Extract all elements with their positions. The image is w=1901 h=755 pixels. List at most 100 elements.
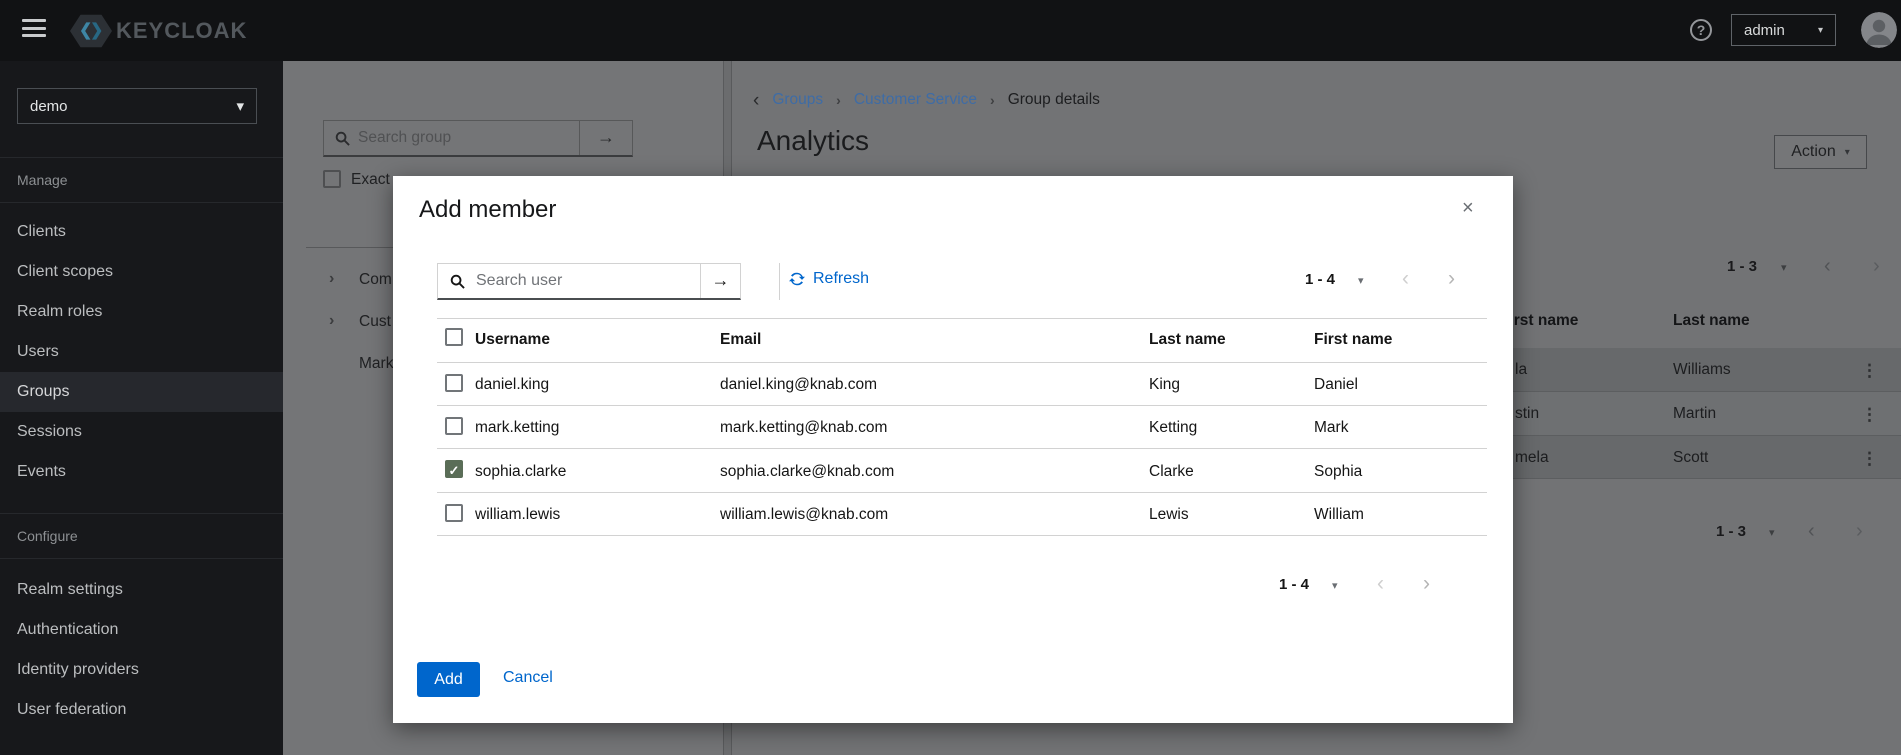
- member-last-name: Williams: [1673, 361, 1731, 379]
- row-checkbox[interactable]: [445, 417, 463, 435]
- sidebar-item-realm-settings[interactable]: Realm settings: [0, 570, 283, 610]
- exact-search-label: Exact: [351, 171, 390, 189]
- keycloak-logo[interactable]: KEYCLOAK: [70, 9, 247, 53]
- breadcrumb: ‹ Groups › Customer Service › Group deta…: [753, 91, 1100, 109]
- search-group-input[interactable]: Search group: [358, 129, 451, 147]
- sidebar-item-user-federation[interactable]: User federation: [0, 690, 283, 730]
- table-border: [437, 362, 1487, 363]
- table-border: [437, 535, 1487, 536]
- pagination-next-icon[interactable]: ›: [1448, 270, 1455, 288]
- cell-last-name: Lewis: [1149, 506, 1189, 524]
- tree-chevron-right-icon[interactable]: ›: [329, 270, 334, 288]
- realm-selector[interactable]: demo ▾: [17, 88, 257, 124]
- breadcrumb-groups-link[interactable]: Groups: [772, 91, 823, 109]
- chevron-right-icon: ›: [990, 92, 995, 108]
- pagination-next-icon[interactable]: ›: [1856, 522, 1863, 540]
- pagination-options-caret-icon[interactable]: ▾: [1332, 579, 1338, 592]
- cell-first-name: Sophia: [1314, 463, 1362, 481]
- cell-email: daniel.king@knab.com: [720, 376, 877, 394]
- breadcrumb-current: Group details: [1008, 91, 1100, 109]
- search-submit-button[interactable]: →: [579, 121, 632, 155]
- user-menu-label: admin: [1744, 22, 1785, 39]
- hamburger-menu-icon[interactable]: [22, 19, 46, 39]
- pagination-prev-icon[interactable]: ‹: [1824, 257, 1831, 275]
- search-user-input[interactable]: [474, 271, 700, 291]
- sidebar-nav: demo ▾ Manage Clients Client scopes Real…: [0, 61, 283, 755]
- tree-item-group-3[interactable]: Mark: [359, 355, 393, 373]
- refresh-label: Refresh: [813, 270, 869, 288]
- modal-pagination-range: 1 - 4: [1279, 576, 1309, 593]
- member-first-name: mela: [1515, 449, 1549, 467]
- nav-section-configure: Configure: [0, 513, 283, 559]
- toolbar-divider: [779, 263, 780, 300]
- cell-last-name: Ketting: [1149, 419, 1197, 437]
- tree-item-group-2[interactable]: Cust: [359, 313, 391, 331]
- sidebar-item-users[interactable]: Users: [0, 332, 283, 372]
- member-last-name: Martin: [1673, 405, 1716, 423]
- sidebar-item-authentication[interactable]: Authentication: [0, 610, 283, 650]
- search-user-box: →: [437, 263, 741, 300]
- modal-close-icon[interactable]: ×: [1462, 198, 1474, 218]
- cell-username: mark.ketting: [475, 419, 559, 437]
- table-border: [437, 448, 1487, 449]
- realm-selector-value: demo: [30, 98, 68, 115]
- members-last-name-header: Last name: [1673, 312, 1750, 330]
- row-kebab-menu-icon[interactable]: ⋮: [1861, 406, 1878, 424]
- avatar[interactable]: [1861, 12, 1897, 48]
- modal-title: Add member: [419, 196, 556, 224]
- pagination-options-caret-icon[interactable]: ▾: [1769, 526, 1775, 539]
- action-dropdown-button[interactable]: Action ▾: [1774, 135, 1867, 169]
- pagination-prev-icon[interactable]: ‹: [1377, 575, 1384, 593]
- pagination-options-caret-icon[interactable]: ▾: [1358, 274, 1364, 287]
- members-pagination-range: 1 - 3: [1716, 523, 1746, 540]
- cell-email: william.lewis@knab.com: [720, 506, 888, 524]
- members-pagination-range: 1 - 3: [1727, 258, 1757, 275]
- search-submit-button[interactable]: →: [700, 264, 740, 298]
- cell-first-name: William: [1314, 506, 1364, 524]
- row-checkbox-checked[interactable]: ✓: [445, 460, 463, 478]
- chevron-down-icon: ▾: [236, 97, 244, 115]
- exact-search-checkbox[interactable]: [323, 170, 341, 193]
- pagination-next-icon[interactable]: ›: [1873, 257, 1880, 275]
- user-menu-dropdown[interactable]: admin ▾: [1731, 14, 1836, 46]
- column-header-email: Email: [720, 331, 761, 349]
- pagination-options-caret-icon[interactable]: ▾: [1781, 261, 1787, 274]
- chevron-down-icon: ▾: [1818, 25, 1823, 36]
- tree-chevron-right-icon[interactable]: ›: [329, 312, 334, 330]
- breadcrumb-customer-service-link[interactable]: Customer Service: [854, 91, 977, 109]
- row-checkbox[interactable]: [445, 504, 463, 522]
- row-checkbox[interactable]: [445, 374, 463, 392]
- action-dropdown-label: Action: [1791, 143, 1835, 161]
- pagination-prev-icon[interactable]: ‹: [1402, 270, 1409, 288]
- sidebar-item-clients[interactable]: Clients: [0, 212, 283, 252]
- chevron-right-icon: ›: [836, 92, 841, 108]
- pagination-prev-icon[interactable]: ‹: [1808, 522, 1815, 540]
- pagination-next-icon[interactable]: ›: [1423, 575, 1430, 593]
- add-button[interactable]: Add: [417, 662, 480, 697]
- cell-username: william.lewis: [475, 506, 560, 524]
- row-kebab-menu-icon[interactable]: ⋮: [1861, 450, 1878, 468]
- cancel-button[interactable]: Cancel: [503, 669, 553, 687]
- tree-item-group-1[interactable]: Com: [359, 271, 392, 289]
- keycloak-hexagon-icon: [70, 9, 112, 53]
- page-title: Analytics: [757, 125, 869, 157]
- cell-username: sophia.clarke: [475, 463, 566, 481]
- select-all-checkbox[interactable]: [445, 328, 463, 346]
- chevron-down-icon: ▾: [1845, 147, 1850, 158]
- modal-pagination-range: 1 - 4: [1305, 271, 1335, 288]
- help-icon[interactable]: ?: [1690, 19, 1712, 41]
- sidebar-item-events[interactable]: Events: [0, 452, 283, 492]
- breadcrumb-back-icon[interactable]: ‹: [753, 93, 759, 108]
- sidebar-item-identity-providers[interactable]: Identity providers: [0, 650, 283, 690]
- column-header-last-name: Last name: [1149, 331, 1226, 349]
- cell-first-name: Daniel: [1314, 376, 1358, 394]
- refresh-button[interactable]: Refresh: [789, 270, 869, 288]
- column-header-first-name: First name: [1314, 331, 1392, 349]
- sidebar-item-sessions[interactable]: Sessions: [0, 412, 283, 452]
- cell-last-name: King: [1149, 376, 1180, 394]
- sidebar-item-groups[interactable]: Groups: [0, 372, 283, 412]
- refresh-icon: [789, 271, 805, 287]
- sidebar-item-client-scopes[interactable]: Client scopes: [0, 252, 283, 292]
- row-kebab-menu-icon[interactable]: ⋮: [1861, 362, 1878, 380]
- sidebar-item-realm-roles[interactable]: Realm roles: [0, 292, 283, 332]
